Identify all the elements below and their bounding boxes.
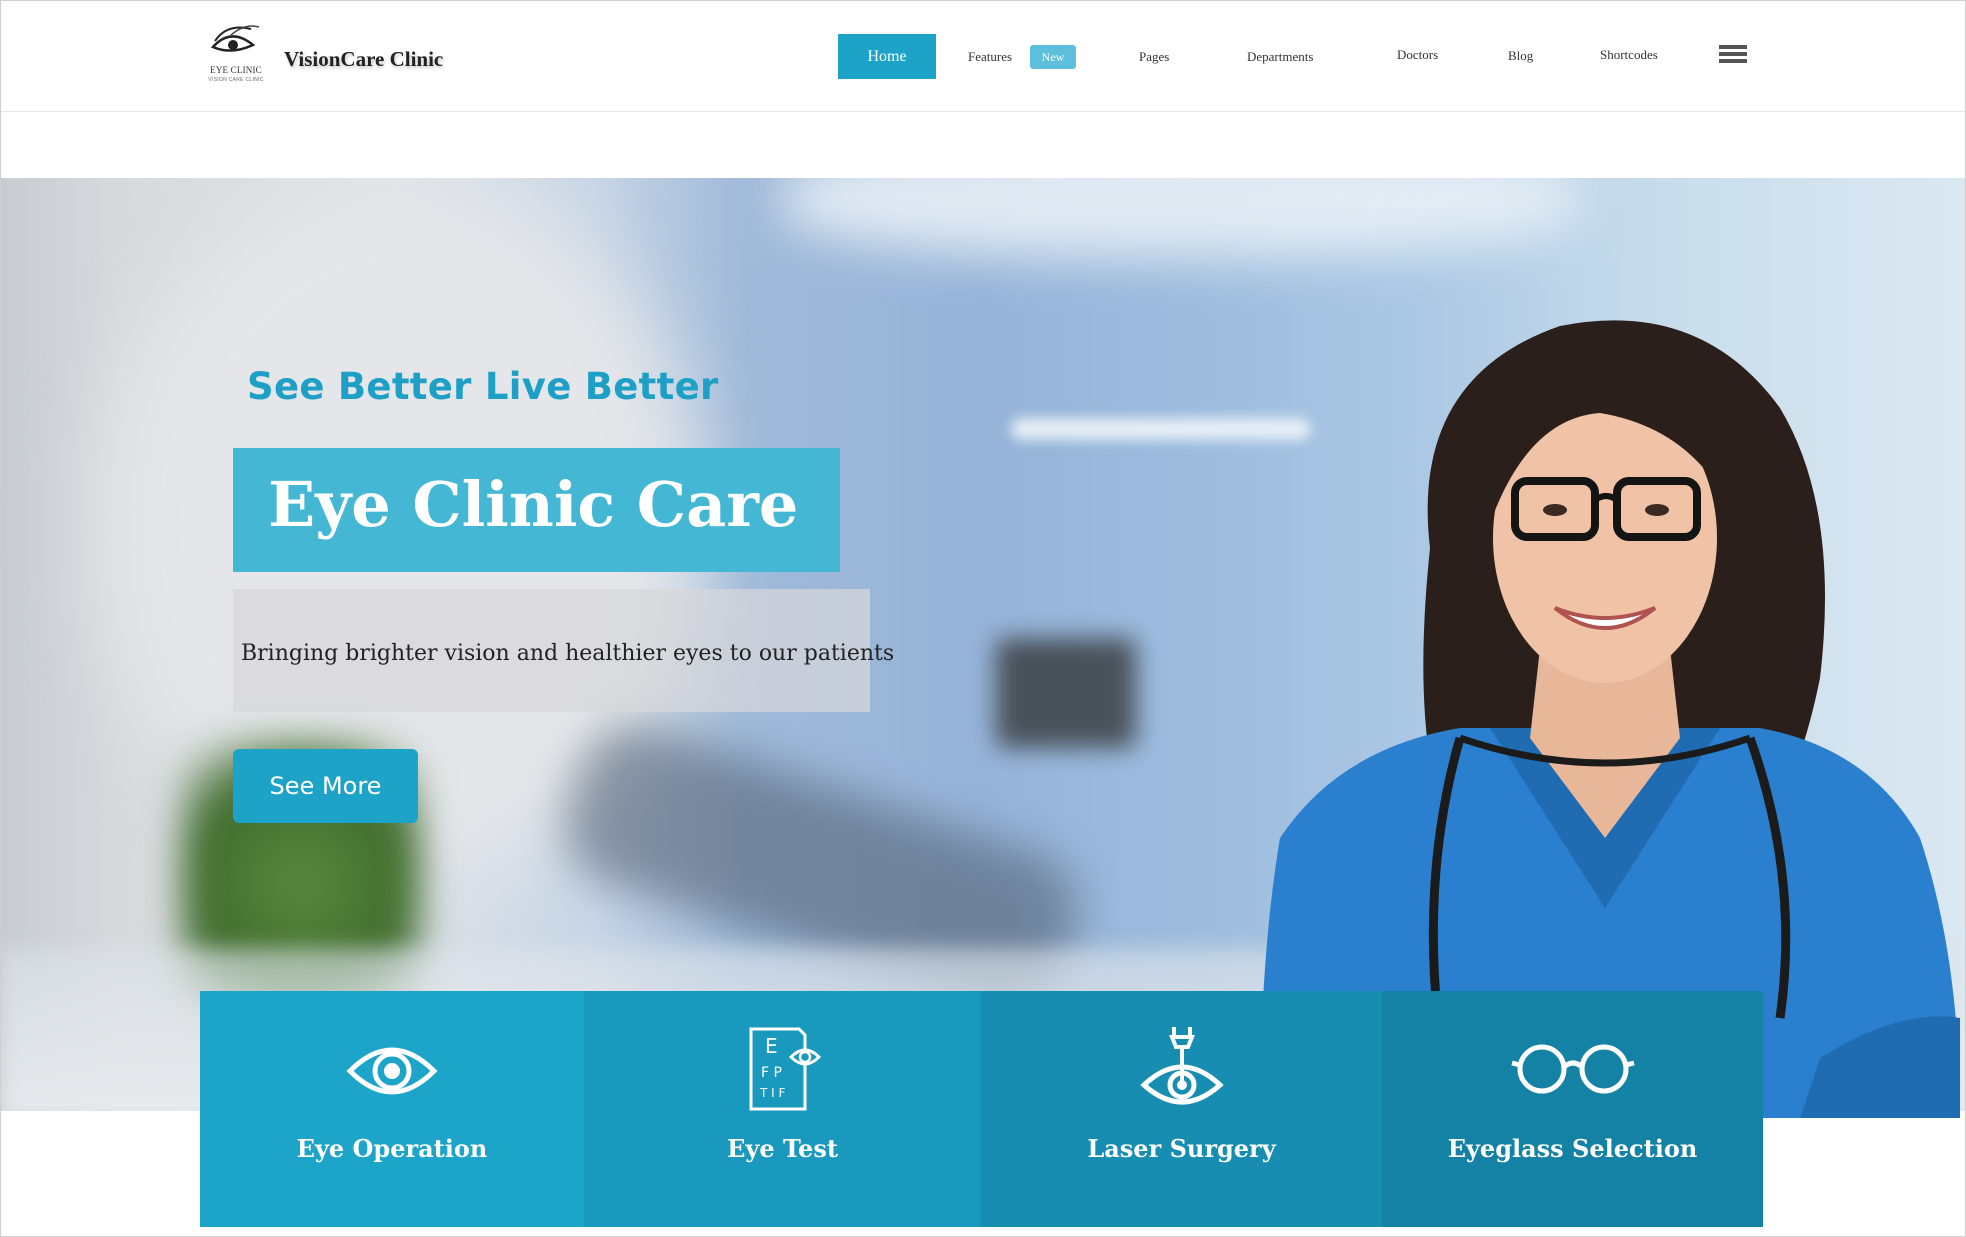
service-label: Laser Surgery (1087, 1134, 1276, 1163)
hero-subtitle: Bringing brighter vision and healthier e… (241, 641, 895, 666)
hero-bg-monitor (996, 638, 1136, 748)
svg-text:T I F: T I F (759, 1086, 785, 1100)
nav-blog[interactable]: Blog (1508, 48, 1533, 64)
hero-tagline: See Better Live Better (247, 365, 719, 408)
logo-line2: VISION CARE CLINIC (208, 77, 264, 83)
eyeglasses-icon (1510, 1044, 1635, 1094)
service-label: Eye Operation (296, 1134, 488, 1163)
logo-line1: EYE CLINIC (210, 65, 262, 75)
features-new-badge: New (1030, 45, 1076, 69)
service-eye-test[interactable]: E F P T I F Eye Test (584, 991, 981, 1227)
service-label: Eyeglass Selection (1447, 1134, 1698, 1163)
nav-doctors[interactable]: Doctors (1397, 47, 1438, 63)
nav-home[interactable]: Home (838, 34, 936, 79)
eye-icon (346, 1047, 438, 1095)
brand-name[interactable]: VisionCare Clinic (284, 47, 443, 72)
service-eyeglass-selection[interactable]: Eyeglass Selection (1382, 991, 1763, 1227)
service-eye-operation[interactable]: Eye Operation (200, 991, 584, 1227)
hero-title: Eye Clinic Care (268, 468, 799, 541)
eye-logo-icon (210, 25, 260, 52)
services-strip: Eye Operation E F P T I F Eye Test Laser… (200, 991, 1763, 1227)
service-label: Eye Test (727, 1134, 838, 1163)
laser-eye-icon (1139, 1027, 1224, 1105)
hero-subtitle-box: Bringing brighter vision and healthier e… (233, 589, 894, 712)
nav-departments[interactable]: Departments (1247, 49, 1313, 65)
site-logo[interactable]: EYE CLINIC VISION CARE CLINIC (201, 21, 271, 87)
site-header: EYE CLINIC VISION CARE CLINIC VisionCare… (1, 1, 1965, 112)
nav-pages[interactable]: Pages (1139, 49, 1169, 65)
service-laser-surgery[interactable]: Laser Surgery (981, 991, 1382, 1227)
hero-title-box: Eye Clinic Care (233, 448, 840, 572)
nav-shortcodes[interactable]: Shortcodes (1600, 47, 1658, 63)
nav-features[interactable]: Features (968, 49, 1012, 65)
svg-text:F P: F P (761, 1065, 782, 1081)
eye-chart-icon: E F P T I F (749, 1027, 821, 1111)
see-more-button[interactable]: See More (233, 749, 418, 823)
hamburger-menu-icon[interactable] (1719, 45, 1747, 65)
hero-bg-ceiling (781, 178, 1581, 258)
svg-text:E: E (765, 1034, 778, 1058)
